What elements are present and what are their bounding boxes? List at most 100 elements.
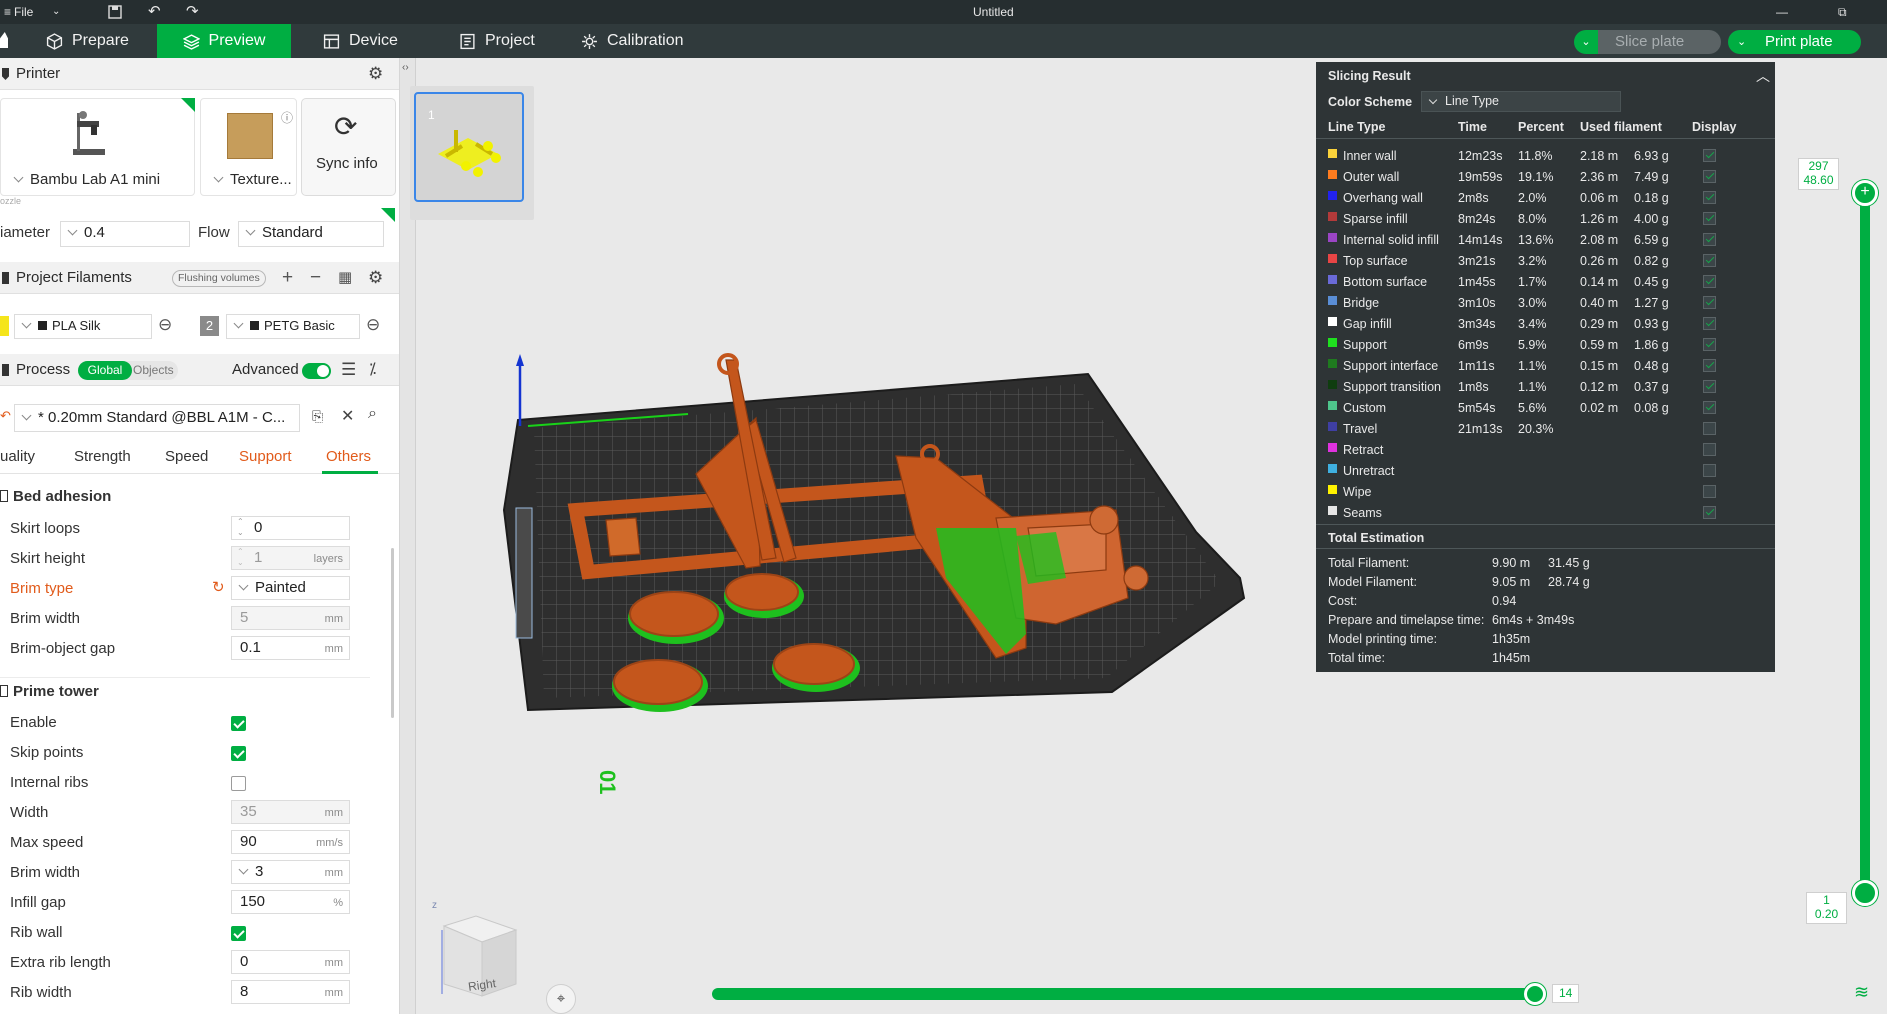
collapse-chevron-up-icon[interactable]: ︿ bbox=[1756, 66, 1770, 86]
slice-options-chevron-icon[interactable]: ⌄ bbox=[1574, 30, 1598, 54]
print-options-chevron-icon[interactable]: ⌄ bbox=[1737, 30, 1746, 54]
layer-top-handle-plus-icon[interactable]: + bbox=[1852, 180, 1878, 206]
add-filament-icon[interactable]: + bbox=[282, 262, 293, 294]
brim-type-select[interactable]: Painted bbox=[231, 576, 350, 600]
tower-brim-width-input[interactable]: 3 mm bbox=[231, 860, 350, 884]
tab-prepare[interactable]: Prepare bbox=[46, 24, 129, 58]
info-icon[interactable]: ⓘ bbox=[281, 109, 293, 126]
filament-color-swatch[interactable] bbox=[0, 316, 9, 336]
layers-menu-icon[interactable]: ≋ bbox=[1854, 982, 1869, 1003]
display-checkbox[interactable] bbox=[1703, 275, 1716, 288]
skip-points-checkbox[interactable] bbox=[231, 746, 246, 761]
settings-scrollbar[interactable] bbox=[391, 548, 394, 718]
undo-icon[interactable]: ↶ bbox=[148, 0, 161, 24]
tab-strength[interactable]: Strength bbox=[74, 448, 131, 465]
plate-card[interactable]: ⓘ Texture... bbox=[200, 98, 297, 196]
flow-select[interactable]: Standard bbox=[238, 221, 384, 247]
color-scheme-select[interactable]: Line Type bbox=[1421, 91, 1621, 112]
display-checkbox[interactable] bbox=[1703, 506, 1716, 519]
tower-width-input[interactable]: 35 mm bbox=[231, 800, 350, 824]
internal-ribs-checkbox[interactable] bbox=[231, 776, 246, 791]
global-objects-toggle[interactable]: Global Objects bbox=[78, 361, 178, 380]
save-preset-icon[interactable]: ⎘ bbox=[312, 408, 323, 425]
sync-info-button[interactable]: ⟳ Sync info bbox=[301, 98, 396, 196]
tab-project[interactable]: Project bbox=[459, 24, 535, 58]
layer-bottom-handle[interactable] bbox=[1852, 880, 1878, 906]
print-plate-button[interactable]: ⌄ Print plate bbox=[1728, 30, 1861, 54]
move-slider-handle[interactable] bbox=[1524, 983, 1546, 1005]
rib-wall-checkbox[interactable] bbox=[231, 926, 246, 941]
plate-type[interactable]: Texture... bbox=[213, 171, 292, 188]
filament-edit-icon[interactable]: ⊖ bbox=[366, 315, 380, 335]
display-checkbox[interactable] bbox=[1703, 212, 1716, 225]
objects-toggle[interactable]: Objects bbox=[133, 361, 174, 380]
display-checkbox[interactable] bbox=[1703, 149, 1716, 162]
camera-fit-icon[interactable]: ⌖ bbox=[546, 984, 576, 1014]
brim-width-input[interactable]: 5 mm bbox=[231, 606, 350, 630]
search-icon[interactable]: ⌕ bbox=[368, 405, 377, 423]
tab-device[interactable]: Device bbox=[323, 24, 398, 58]
display-checkbox[interactable] bbox=[1703, 296, 1716, 309]
filament-select[interactable]: PETG Basic bbox=[226, 314, 360, 339]
skirt-height-input[interactable]: ⌃ ⌄ 1 layers bbox=[231, 546, 350, 570]
rib-width-input[interactable]: 8 mm bbox=[231, 980, 350, 1004]
redo-icon[interactable]: ↷ bbox=[186, 0, 199, 24]
view-cube[interactable]: z Right bbox=[432, 900, 524, 1000]
stepper-icon[interactable]: ⌃ ⌄ bbox=[237, 546, 244, 568]
compare-icon[interactable]: ⁒ bbox=[369, 354, 376, 386]
printer-settings-gear-icon[interactable]: ⚙ bbox=[368, 58, 383, 90]
home-icon[interactable] bbox=[0, 32, 8, 48]
reset-icon[interactable]: ↻ bbox=[212, 578, 225, 596]
process-preset-select[interactable]: * 0.20mm Standard @BBL A1M - C... bbox=[14, 404, 300, 432]
collapse-sidebar-icon[interactable]: ‹› bbox=[402, 62, 409, 73]
stepper-icon[interactable]: ⌃ ⌄ bbox=[237, 516, 244, 538]
display-checkbox[interactable] bbox=[1703, 338, 1716, 351]
display-checkbox[interactable] bbox=[1703, 191, 1716, 204]
layer-slider-track[interactable] bbox=[1860, 188, 1870, 894]
tab-preview[interactable]: Preview bbox=[157, 24, 291, 58]
restore-icon[interactable]: ⧉ bbox=[1838, 0, 1847, 24]
display-checkbox[interactable] bbox=[1703, 464, 1716, 477]
save-icon[interactable] bbox=[108, 0, 122, 24]
file-menu[interactable]: File bbox=[14, 0, 33, 24]
infill-gap-input[interactable]: 150 % bbox=[231, 890, 350, 914]
filament-sync-icon[interactable]: ▦ bbox=[338, 262, 352, 294]
tab-quality[interactable]: uality bbox=[0, 448, 35, 465]
prime-enable-checkbox[interactable] bbox=[231, 716, 246, 731]
filament-edit-icon[interactable]: ⊖ bbox=[158, 315, 172, 335]
tab-calibration[interactable]: Calibration bbox=[581, 24, 683, 58]
display-checkbox[interactable] bbox=[1703, 170, 1716, 183]
nozzle-diameter-select[interactable]: 0.4 bbox=[60, 221, 190, 247]
display-checkbox[interactable] bbox=[1703, 233, 1716, 246]
close-icon[interactable]: ✕ bbox=[341, 406, 354, 426]
filament-color-swatch[interactable]: 2 bbox=[200, 316, 219, 336]
tab-support[interactable]: Support bbox=[239, 448, 292, 465]
display-checkbox[interactable] bbox=[1703, 359, 1716, 372]
remove-filament-icon[interactable]: − bbox=[310, 262, 321, 294]
tab-speed[interactable]: Speed bbox=[165, 448, 208, 465]
display-checkbox[interactable] bbox=[1703, 317, 1716, 330]
flushing-volumes-button[interactable]: Flushing volumes bbox=[172, 270, 266, 287]
display-checkbox[interactable] bbox=[1703, 485, 1716, 498]
slice-plate-button[interactable]: Slice plate bbox=[1598, 30, 1721, 54]
advanced-toggle-switch[interactable] bbox=[302, 363, 331, 379]
list-view-icon[interactable]: ☰ bbox=[341, 354, 356, 386]
skirt-loops-input[interactable]: ⌃ ⌄ 0 bbox=[231, 516, 350, 540]
global-toggle[interactable]: Global bbox=[78, 361, 132, 380]
filament-select[interactable]: PLA Silk bbox=[14, 314, 152, 339]
display-checkbox[interactable] bbox=[1703, 422, 1716, 435]
tab-others[interactable]: Others bbox=[326, 448, 371, 465]
move-slider-track[interactable] bbox=[712, 988, 1536, 1000]
display-checkbox[interactable] bbox=[1703, 254, 1716, 267]
filament-settings-gear-icon[interactable]: ⚙ bbox=[368, 262, 383, 294]
printer-card[interactable]: Bambu Lab A1 mini bbox=[0, 98, 195, 196]
extra-rib-length-input[interactable]: 0 mm bbox=[231, 950, 350, 974]
max-speed-input[interactable]: 90 mm/s bbox=[231, 830, 350, 854]
display-checkbox[interactable] bbox=[1703, 401, 1716, 414]
printer-name[interactable]: Bambu Lab A1 mini bbox=[13, 171, 160, 188]
brim-object-gap-input[interactable]: 0.1 mm bbox=[231, 636, 350, 660]
app-menu-icon[interactable]: ≡ bbox=[4, 0, 11, 24]
chevron-down-icon[interactable]: ⌄ bbox=[52, 0, 60, 24]
display-checkbox[interactable] bbox=[1703, 380, 1716, 393]
minimize-icon[interactable]: — bbox=[1776, 0, 1788, 24]
